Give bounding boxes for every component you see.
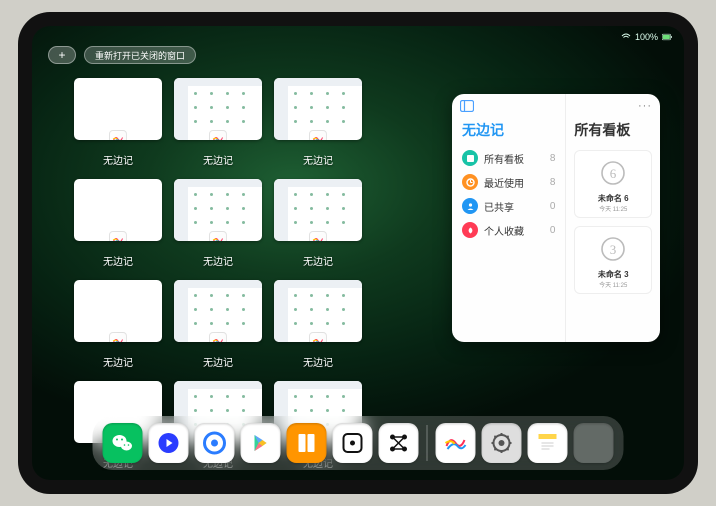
board-sketch: 3 [590,231,636,267]
freeform-app-icon [109,332,127,342]
board-time: 今天 11:25 [599,280,627,289]
dock-settings-icon[interactable] [482,423,522,463]
row-count: 0 [550,225,556,236]
sidebar-row[interactable]: 所有看板 8 [462,150,555,166]
svg-text:6: 6 [610,166,617,181]
panel-left-title: 无边记 [462,120,555,140]
sidebar-row[interactable]: 最近使用 8 [462,174,555,190]
row-icon [462,150,478,166]
freeform-app-icon [109,130,127,140]
row-label: 个人收藏 [484,223,524,238]
panel-right-title: 所有看板 [574,120,652,140]
new-window-button[interactable]: + [48,46,76,64]
status-bar: 100% [32,30,684,44]
freeform-app-icon [209,130,227,140]
window-label: 无边记 [203,253,233,268]
wifi-icon [621,33,631,41]
window-label: 无边记 [303,152,333,167]
dock-books-icon[interactable] [287,423,327,463]
window-thumbnail[interactable] [74,179,162,241]
app-expose-grid: 无边记无边记无边记无边记无边记无边记无边记无边记无边记无边记无边记无边记 [74,78,362,470]
window-label: 无边记 [203,152,233,167]
freeform-app-icon [309,332,327,342]
more-icon[interactable]: ··· [638,100,652,112]
battery-icon [662,33,672,41]
slide-over-panel[interactable]: ··· 无边记 所有看板 8 最近使用 8 已共享 0 个人收藏 0 所有看板 … [452,94,660,342]
board-sketch: 6 [590,155,636,191]
board-name: 未命名 3 [598,269,629,280]
expose-window[interactable]: 无边记 [174,179,262,268]
dock-quark-icon[interactable] [195,423,235,463]
expose-window[interactable]: 无边记 [274,280,362,369]
row-icon [462,222,478,238]
dock-graph-icon[interactable] [379,423,419,463]
sidebar-row[interactable]: 已共享 0 [462,198,555,214]
sidebar-toggle-icon[interactable] [460,100,474,115]
window-label: 无边记 [103,253,133,268]
battery-text: 100% [635,32,658,42]
window-thumbnail[interactable] [274,78,362,140]
dock-dice-icon[interactable] [333,423,373,463]
window-label: 无边记 [103,354,133,369]
row-count: 8 [550,177,556,188]
window-thumbnail[interactable] [274,179,362,241]
dock-tencent-video-icon[interactable] [149,423,189,463]
expose-window[interactable]: 无边记 [274,179,362,268]
window-thumbnail[interactable] [174,280,262,342]
expose-window[interactable]: 无边记 [174,280,262,369]
reopen-closed-windows-button[interactable]: 重新打开已关闭的窗口 [84,46,196,64]
expose-window[interactable]: 无边记 [74,280,162,369]
dock-wechat-icon[interactable] [103,423,143,463]
freeform-app-icon [109,231,127,241]
window-thumbnail[interactable] [174,179,262,241]
window-label: 无边记 [303,253,333,268]
window-thumbnail[interactable] [274,280,362,342]
dock-notes-icon[interactable] [528,423,568,463]
dock-app-library-icon[interactable] [574,423,614,463]
row-icon [462,174,478,190]
dock-playstore-icon[interactable] [241,423,281,463]
freeform-app-icon [309,130,327,140]
window-thumbnail[interactable] [74,280,162,342]
screen: 100% + 重新打开已关闭的窗口 无边记无边记无边记无边记无边记无边记无边记无… [32,26,684,480]
window-thumbnail[interactable] [74,78,162,140]
ipad-frame: 100% + 重新打开已关闭的窗口 无边记无边记无边记无边记无边记无边记无边记无… [18,12,698,494]
row-count: 0 [550,201,556,212]
window-label: 无边记 [303,354,333,369]
dock-separator [427,425,428,461]
top-bar: + 重新打开已关闭的窗口 [48,46,196,64]
window-label: 无边记 [203,354,233,369]
board-card[interactable]: 3 未命名 3 今天 11:25 [574,226,652,294]
expose-window[interactable]: 无边记 [174,78,262,167]
freeform-app-icon [209,332,227,342]
row-label: 最近使用 [484,175,524,190]
window-thumbnail[interactable] [174,78,262,140]
svg-text:3: 3 [610,242,617,257]
expose-window[interactable]: 无边记 [74,179,162,268]
row-count: 8 [550,153,556,164]
row-label: 已共享 [484,199,514,214]
dock [93,416,624,470]
row-label: 所有看板 [484,151,524,166]
panel-content: 所有看板 6 未命名 6 今天 11:25 3 未命名 3 今天 11:25 [566,94,660,342]
expose-window[interactable]: 无边记 [274,78,362,167]
row-icon [462,198,478,214]
dock-freeform-icon[interactable] [436,423,476,463]
expose-window[interactable]: 无边记 [74,78,162,167]
panel-sidebar: 无边记 所有看板 8 最近使用 8 已共享 0 个人收藏 0 [452,94,566,342]
window-label: 无边记 [103,152,133,167]
freeform-app-icon [309,231,327,241]
board-card[interactable]: 6 未命名 6 今天 11:25 [574,150,652,218]
board-time: 今天 11:25 [599,204,627,213]
sidebar-row[interactable]: 个人收藏 0 [462,222,555,238]
freeform-app-icon [209,231,227,241]
board-name: 未命名 6 [598,193,629,204]
